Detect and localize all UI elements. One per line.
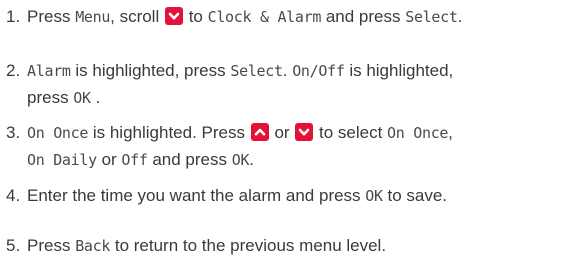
on-once-option-label: On Once [27,124,89,142]
step-text: or [269,123,295,142]
step-text: is highlighted, [344,61,454,80]
chevron-down-key-icon [164,7,183,25]
clock-alarm-menu-label: Clock & Alarm [207,8,322,26]
step-text: . [457,7,463,26]
step-text: to select [314,123,388,142]
select-key-label: Select [405,8,458,26]
step-text: is highlighted, press [70,61,231,80]
step-text: Press [27,7,76,26]
step-line: press OK . [27,84,100,112]
on-once-option-label: On Once [387,124,449,142]
off-option-label: Off [121,151,148,169]
step-number: 1. [6,7,21,26]
ok-key-label: OK [365,187,383,205]
step-text: or [96,150,122,169]
step-line: Enter the time you want the alarm and pr… [27,182,447,210]
chevron-down-key-icon [295,123,314,141]
select-key-label: Select [230,62,283,80]
step-text: to [183,7,208,26]
ok-key-label: OK [73,89,91,107]
step-text: Press [27,236,76,255]
step-text: . [249,150,254,169]
step-text: and press [147,150,232,169]
step-line: Press Back to return to the previous men… [27,232,386,260]
step-text: . [90,88,101,107]
step-number: 4. [6,186,21,205]
ok-key-label: OK [231,151,250,169]
step-line: Alarm is highlighted, press Select. On/O… [27,57,453,85]
chevron-up-key-icon [250,123,269,141]
step-line: On Once is highlighted. Press or to sele… [27,119,453,147]
step-number: 2. [6,61,21,80]
alarm-menu-label: Alarm [27,62,71,80]
step-text: to return to the previous menu level. [110,236,387,255]
step-number: 5. [6,236,21,255]
on-off-menu-label: On/Off [292,62,345,80]
step-text: Enter the time you want the alarm and pr… [27,186,366,205]
step-text: to save. [382,186,448,205]
step-number: 3. [6,123,21,142]
step-line: Press Menu, scroll to Clock & Alarm and … [27,3,462,31]
back-key-label: Back [75,237,111,255]
step-text: press [27,88,74,107]
on-daily-option-label: On Daily [27,151,97,169]
step-text: , scroll [110,7,164,26]
menu-key-label: Menu [75,8,111,26]
step-text: . [282,61,293,80]
step-text: is highlighted. Press [88,123,250,142]
step-line: On Daily or Off and press OK. [27,146,254,174]
step-text: , [448,123,453,142]
step-text: and press [321,7,406,26]
